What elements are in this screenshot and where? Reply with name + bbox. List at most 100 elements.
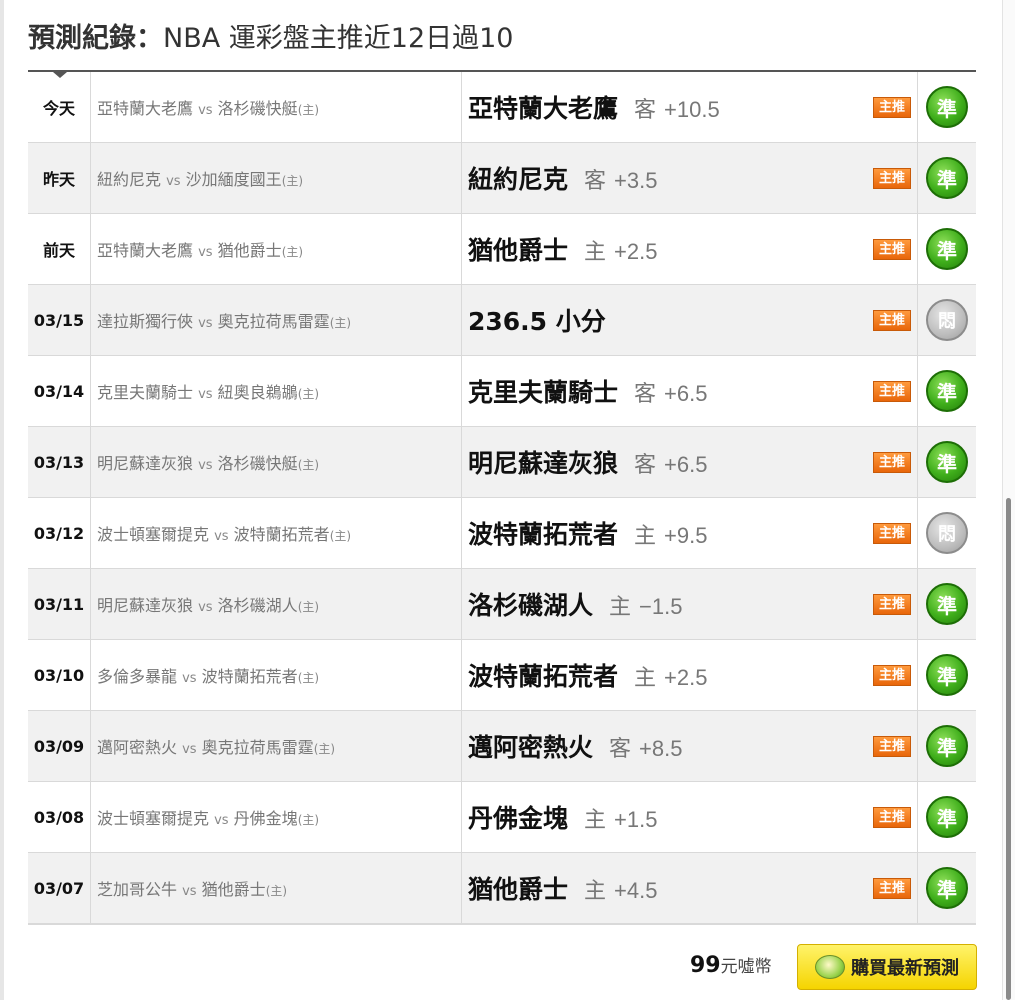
pick-side: 主 (584, 879, 607, 904)
tag-cell: 主推 (865, 426, 918, 498)
table-row: 03/11 明尼蘇達灰狼 vs 洛杉磯湖人(主) 洛杉磯湖人主 −1.5 主推準 (28, 568, 976, 640)
away-team: 紐約尼克 (97, 170, 162, 189)
matchup: 芝加哥公牛 vs 猶他爵士(主) (90, 852, 462, 924)
recommended-pick: 波特蘭拓荒者主 +9.5 (461, 497, 865, 569)
scrollbar-track[interactable] (1002, 0, 1015, 1000)
tag-cell: 主推 (865, 497, 918, 569)
table-row: 03/07 芝加哥公牛 vs 猶他爵士(主) 猶他爵士主 +4.5 主推準 (28, 852, 976, 924)
recommended-pick: 紐約尼克客 +3.5 (461, 142, 865, 214)
table-row: 前天 亞特蘭大老鷹 vs 猶他爵士(主) 猶他爵士主 +2.5 主推準 (28, 213, 976, 285)
matchup: 明尼蘇達灰狼 vs 洛杉磯湖人(主) (90, 568, 462, 640)
matchup: 明尼蘇達灰狼 vs 洛杉磯快艇(主) (90, 426, 462, 498)
vs-label: vs (198, 600, 213, 615)
home-team: 猶他爵士 (201, 880, 266, 899)
matchup: 紐約尼克 vs 沙加緬度國王(主) (90, 142, 462, 214)
pick-side: 客 (584, 169, 607, 194)
pick-side: 客 (634, 382, 657, 407)
main-pick-tag: 主推 (873, 878, 911, 899)
result-cell: 準 (917, 781, 976, 853)
home-marker: (主) (297, 671, 320, 685)
scrollbar-thumb[interactable] (1006, 498, 1011, 1000)
vs-label: vs (198, 387, 213, 402)
main-pick-tag: 主推 (873, 736, 911, 757)
record-date: 今天 (28, 72, 91, 143)
result-hit-badge: 準 (926, 228, 968, 270)
vs-label: vs (198, 458, 213, 473)
tag-cell: 主推 (865, 639, 918, 711)
recommended-pick: 波特蘭拓荒者主 +2.5 (461, 639, 865, 711)
main-pick-tag: 主推 (873, 523, 911, 544)
recommended-pick: 邁阿密熱火客 +8.5 (461, 710, 865, 782)
record-date: 03/14 (28, 355, 91, 427)
home-team: 洛杉磯湖人 (217, 596, 298, 615)
home-team: 紐奧良鵜鶘 (217, 383, 298, 402)
pick-side: 主 (609, 595, 632, 620)
pick-line: +2.5 (614, 239, 658, 264)
pick-side: 客 (634, 98, 657, 123)
main-pick-tag: 主推 (873, 97, 911, 118)
pick-team: 猶他爵士 (468, 236, 569, 265)
result-cell: 悶 (917, 497, 976, 569)
table-row: 03/09 邁阿密熱火 vs 奧克拉荷馬雷霆(主) 邁阿密熱火客 +8.5 主推準 (28, 710, 976, 782)
pick-team: 洛杉磯湖人 (468, 591, 594, 620)
away-team: 明尼蘇達灰狼 (97, 454, 194, 473)
pick-line: +3.5 (614, 168, 658, 193)
home-marker: (主) (297, 600, 320, 614)
home-team: 丹佛金塊 (233, 809, 298, 828)
home-marker: (主) (329, 316, 352, 330)
home-marker: (主) (297, 458, 320, 472)
result-cell: 準 (917, 142, 976, 214)
pick-team: 亞特蘭大老鷹 (468, 94, 619, 123)
away-team: 克里夫蘭騎士 (97, 383, 194, 402)
table-bottom-divider (28, 924, 976, 925)
prediction-record-table: 今天 亞特蘭大老鷹 vs 洛杉磯快艇(主) 亞特蘭大老鷹客 +10.5 主推準昨天 紐約尼… (28, 72, 976, 924)
table-row: 03/10 多倫多暴龍 vs 波特蘭拓荒者(主) 波特蘭拓荒者主 +2.5 主推準 (28, 639, 976, 711)
tag-cell: 主推 (865, 852, 918, 924)
result-cell: 準 (917, 568, 976, 640)
result-cell: 準 (917, 426, 976, 498)
record-date: 03/12 (28, 497, 91, 569)
home-marker: (主) (297, 103, 320, 117)
result-cell: 準 (917, 355, 976, 427)
record-date: 03/09 (28, 710, 91, 782)
pick-line: +9.5 (664, 523, 708, 548)
recommended-pick: 洛杉磯湖人主 −1.5 (461, 568, 865, 640)
result-hit-badge: 準 (926, 86, 968, 128)
pick-line: −1.5 (639, 594, 683, 619)
pick-line: +6.5 (664, 381, 708, 406)
away-team: 波士頓塞爾提克 (97, 525, 210, 544)
pick-side: 主 (584, 808, 607, 833)
pick-line: +8.5 (639, 736, 683, 761)
vs-label: vs (166, 174, 181, 189)
home-marker: (主) (265, 884, 288, 898)
record-date: 03/08 (28, 781, 91, 853)
result-cell: 悶 (917, 284, 976, 356)
result-push-badge: 悶 (926, 299, 968, 341)
price-unit: 元噓幣 (720, 957, 772, 977)
coin-icon (815, 955, 845, 979)
pick-team: 邁阿密熱火 (468, 733, 594, 762)
pick-team: 波特蘭拓荒者 (468, 662, 619, 691)
away-team: 多倫多暴龍 (97, 667, 178, 686)
record-date: 03/07 (28, 852, 91, 924)
recommended-pick: 克里夫蘭騎士客 +6.5 (461, 355, 865, 427)
matchup: 克里夫蘭騎士 vs 紐奧良鵜鶘(主) (90, 355, 462, 427)
vs-label: vs (198, 245, 213, 260)
record-date: 03/10 (28, 639, 91, 711)
vs-label: vs (198, 316, 213, 331)
result-hit-badge: 準 (926, 654, 968, 696)
vs-label: vs (198, 103, 213, 118)
buy-latest-prediction-button[interactable]: 購買最新預測 (797, 944, 977, 990)
tag-cell: 主推 (865, 284, 918, 356)
result-cell: 準 (917, 852, 976, 924)
home-team: 沙加緬度國王 (185, 170, 282, 189)
table-row: 今天 亞特蘭大老鷹 vs 洛杉磯快艇(主) 亞特蘭大老鷹客 +10.5 主推準 (28, 72, 976, 143)
home-team: 波特蘭拓荒者 (233, 525, 330, 544)
pick-team: 猶他爵士 (468, 875, 569, 904)
recommended-pick: 猶他爵士主 +2.5 (461, 213, 865, 285)
recommended-pick: 明尼蘇達灰狼客 +6.5 (461, 426, 865, 498)
record-date: 03/11 (28, 568, 91, 640)
matchup: 達拉斯獨行俠 vs 奧克拉荷馬雷霆(主) (90, 284, 462, 356)
pick-line: +4.5 (614, 878, 658, 903)
result-hit-badge: 準 (926, 370, 968, 412)
